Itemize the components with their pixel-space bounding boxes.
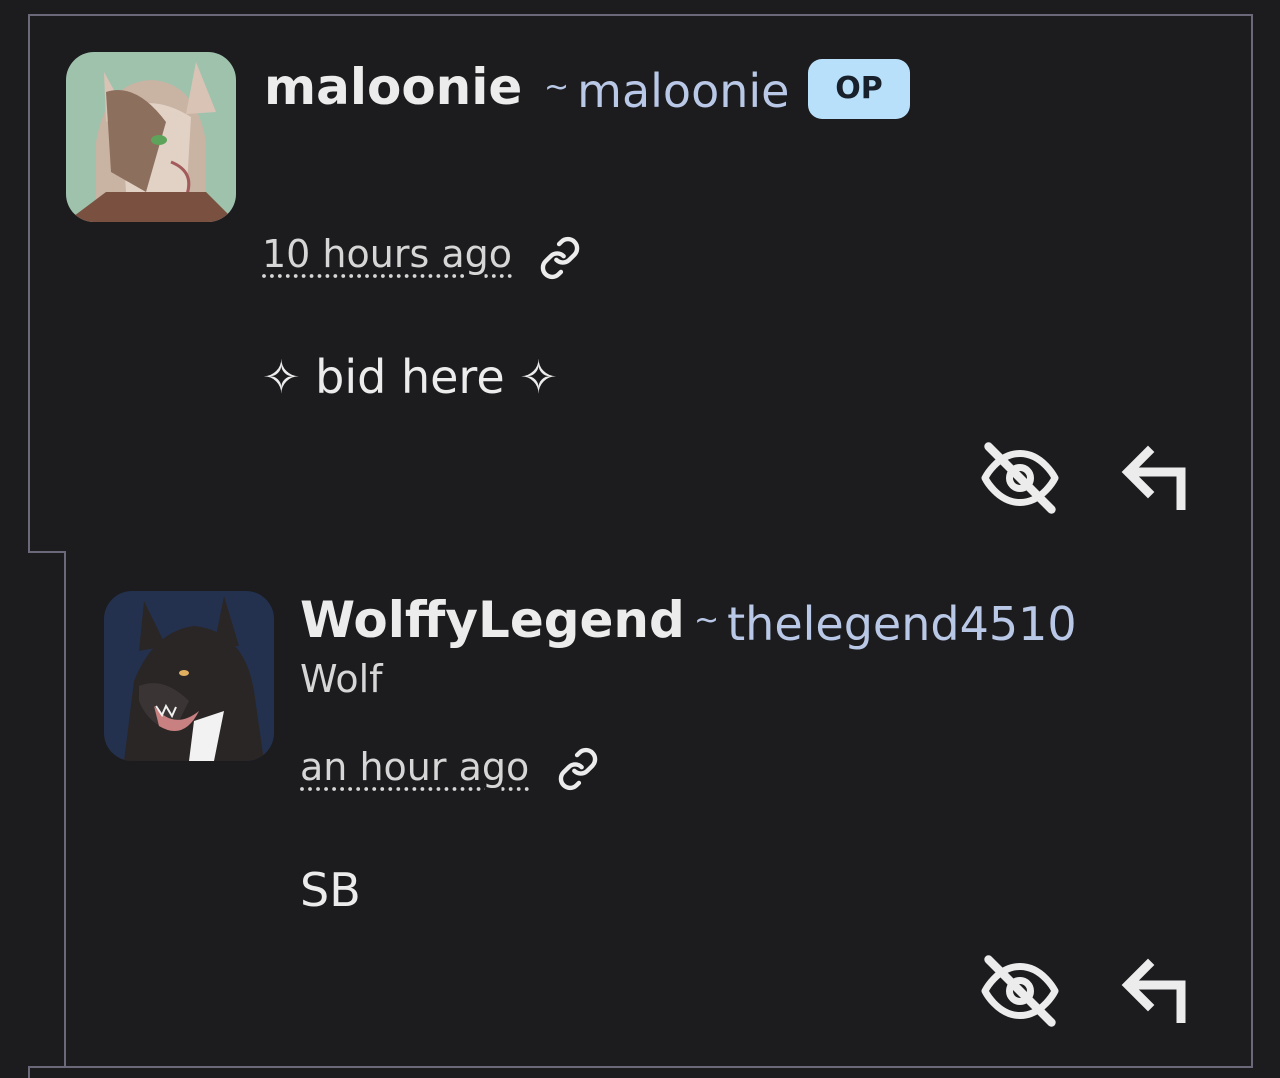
link-icon[interactable]: [556, 747, 600, 791]
timestamp[interactable]: 10 hours ago: [262, 232, 512, 276]
next-comment-edge: [28, 1066, 1253, 1078]
reply-arrow-icon[interactable]: [1118, 444, 1194, 514]
username-link[interactable]: ~ thelegend4510: [694, 597, 1077, 651]
username-prefix: ~: [694, 603, 720, 638]
username-link[interactable]: ~ maloonie: [544, 64, 789, 118]
username-prefix: ~: [544, 70, 570, 105]
comment: maloonie ~ maloonie OP 10 hours ago ✧ bid…: [28, 14, 1253, 553]
avatar[interactable]: [66, 52, 236, 222]
avatar[interactable]: [104, 591, 274, 761]
eye-off-icon[interactable]: [978, 436, 1062, 520]
species-label: Wolf: [300, 657, 383, 701]
username: maloonie: [577, 64, 790, 118]
link-icon[interactable]: [538, 236, 582, 280]
comment: WolffyLegend ~ thelegend4510 Wolf an hour…: [64, 551, 1253, 1068]
comment-thread: maloonie ~ maloonie OP 10 hours ago ✧ bid…: [0, 0, 1280, 1078]
reply-arrow-icon[interactable]: [1118, 957, 1194, 1027]
timestamp[interactable]: an hour ago: [300, 745, 529, 789]
comment-body: ✧ bid here ✧: [262, 350, 558, 404]
display-name[interactable]: maloonie: [264, 58, 522, 116]
eye-off-icon[interactable]: [978, 949, 1062, 1033]
username: thelegend4510: [727, 597, 1077, 651]
comment-body: SB: [300, 863, 361, 917]
op-badge: OP: [808, 59, 910, 119]
display-name[interactable]: WolffyLegend: [300, 591, 685, 649]
